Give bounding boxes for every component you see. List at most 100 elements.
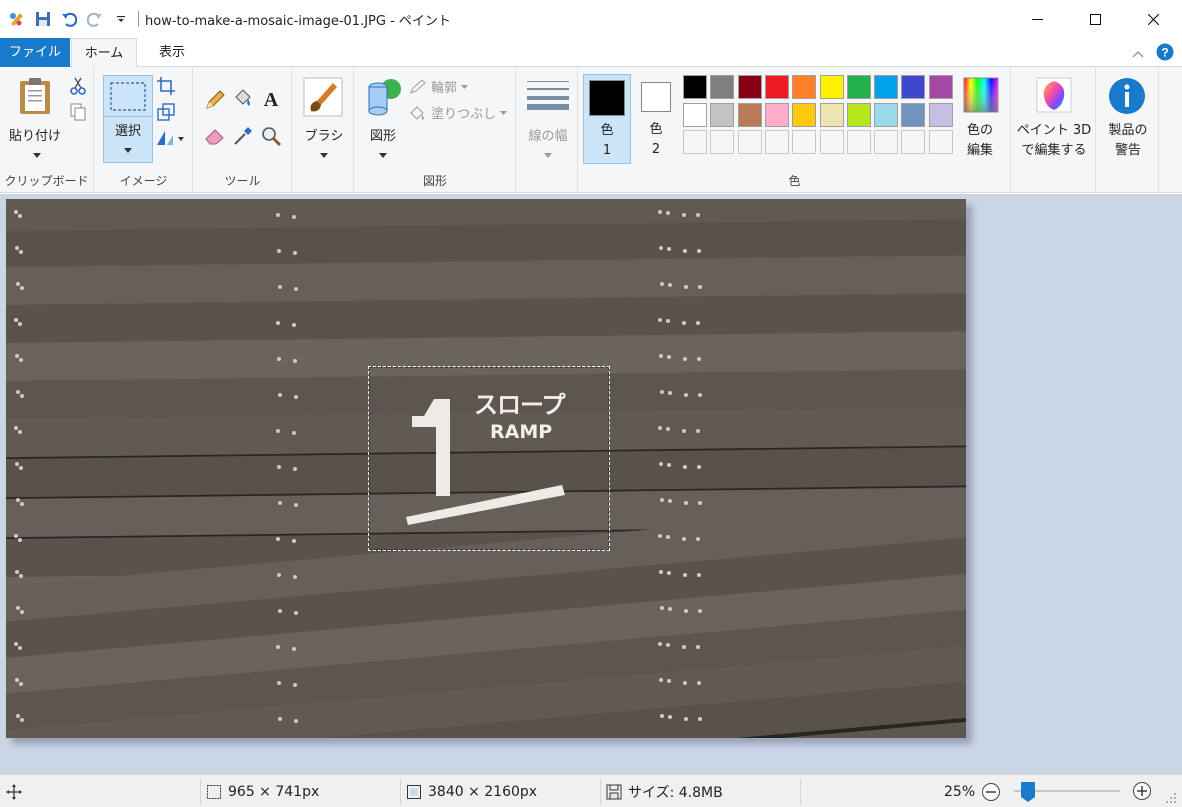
tools-group-label: ツール (224, 174, 261, 188)
palette-swatch[interactable] (737, 75, 762, 99)
ribbon: 貼り付け クリップボード 選択 イメージ A ツール ブラシ 図形 輪郭 塗りつ… (0, 67, 1182, 193)
fill-bucket-icon[interactable] (232, 87, 254, 109)
fill-icon (410, 105, 424, 120)
undo-icon[interactable] (58, 8, 80, 30)
customize-quick-access-icon[interactable] (110, 8, 132, 30)
palette-swatch[interactable] (764, 75, 789, 99)
palette-swatch[interactable] (792, 102, 817, 127)
palette-swatch[interactable] (874, 102, 899, 127)
palette-swatch[interactable] (710, 102, 735, 127)
image-group-label: イメージ (119, 174, 168, 188)
chevron-down-icon (461, 84, 469, 89)
palette-swatch[interactable] (819, 102, 844, 127)
palette-swatch[interactable] (874, 130, 899, 154)
crop-icon[interactable] (157, 77, 175, 95)
palette-swatch[interactable] (819, 130, 844, 154)
color1-swatch (589, 80, 625, 116)
select-button[interactable]: 選択 (103, 75, 153, 163)
image-size-icon (407, 784, 421, 799)
palette-swatch[interactable] (874, 75, 899, 99)
palette-swatch[interactable] (737, 130, 762, 154)
edit-with-paint3d-button[interactable]: ペイント 3D で編集する (1014, 75, 1094, 165)
paint-app-icon[interactable] (6, 8, 28, 30)
cut-icon[interactable] (70, 77, 86, 95)
palette-swatch[interactable] (928, 102, 953, 127)
window-title: how-to-make-a-mosaic-image-01.JPG - ペイント (145, 13, 451, 29)
zoom-slider-thumb[interactable] (1020, 781, 1036, 803)
palette-swatch[interactable] (710, 75, 735, 99)
fill-button[interactable]: 塗りつぶし (409, 103, 508, 122)
title-bar: how-to-make-a-mosaic-image-01.JPG - ペイント (0, 0, 1182, 38)
palette-swatch[interactable] (683, 75, 707, 99)
color-palette (683, 75, 959, 157)
palette-swatch[interactable] (846, 102, 871, 127)
brush-button[interactable]: ブラシ (297, 75, 351, 165)
image-canvas[interactable]: スロープ RAMP (6, 199, 966, 738)
size-label: 線の幅 (528, 129, 568, 144)
eraser-icon[interactable] (204, 125, 226, 147)
palette-swatch[interactable] (901, 75, 926, 99)
palette-swatch[interactable] (792, 130, 817, 154)
resize-grip-icon[interactable] (1164, 791, 1178, 805)
zoom-in-button[interactable] (1132, 781, 1152, 801)
palette-swatch[interactable] (710, 130, 735, 154)
edit-colors-button[interactable]: 色の 編集 (959, 75, 1001, 165)
canvas-area[interactable]: スロープ RAMP (0, 194, 1182, 774)
shapes-group-label: 図形 (422, 174, 447, 188)
palette-swatch[interactable] (683, 130, 707, 154)
tab-home[interactable]: ホーム (71, 38, 137, 68)
maximize-button[interactable] (1066, 0, 1124, 38)
tab-file[interactable]: ファイル (0, 38, 70, 67)
shapes-button[interactable]: 図形 (361, 75, 405, 165)
color1-label-line1: 色 (600, 123, 614, 138)
clipboard-group: 貼り付け クリップボード (0, 67, 94, 193)
palette-swatch[interactable] (846, 130, 871, 154)
palette-swatch[interactable] (928, 75, 953, 99)
outline-button[interactable]: 輪郭 (409, 77, 469, 96)
text-icon[interactable]: A (260, 88, 282, 110)
clipboard-group-label: クリップボード (4, 174, 89, 188)
palette-swatch[interactable] (819, 75, 844, 99)
rotate-icon[interactable] (155, 129, 185, 147)
tab-view[interactable]: 表示 (140, 38, 204, 67)
palette-swatch[interactable] (846, 75, 871, 99)
save-icon[interactable] (32, 8, 54, 30)
collapse-ribbon-icon[interactable] (1132, 47, 1144, 61)
copy-icon[interactable] (70, 103, 86, 121)
palette-swatch[interactable] (901, 130, 926, 154)
zoom-out-button[interactable] (981, 782, 1001, 802)
palette-swatch[interactable] (764, 130, 789, 154)
palette-swatch[interactable] (928, 130, 953, 154)
product-warning-button[interactable]: 製品の 警告 (1099, 75, 1157, 165)
resize-icon[interactable] (157, 103, 175, 121)
chevron-down-icon (500, 110, 508, 115)
chevron-down-icon (320, 153, 328, 158)
size-button[interactable]: 線の幅 (521, 75, 575, 165)
selection-rectangle[interactable] (368, 366, 610, 551)
help-icon[interactable]: ? (1156, 43, 1174, 64)
palette-swatch[interactable] (737, 102, 762, 127)
pencil-icon[interactable] (204, 89, 226, 111)
color1-label-line2: 1 (602, 143, 612, 158)
palette-swatch[interactable] (683, 102, 707, 127)
palette-swatch[interactable] (901, 102, 926, 127)
minimize-button[interactable] (1008, 0, 1066, 38)
color-picker-icon[interactable] (232, 125, 254, 147)
magnifier-icon[interactable] (260, 125, 282, 147)
close-button[interactable] (1124, 0, 1182, 38)
redo-icon[interactable] (84, 8, 106, 30)
colors-group: 色 1 色 2 色の 編集 色 (579, 67, 1011, 193)
palette-swatch[interactable] (792, 75, 817, 99)
color2-button[interactable]: 色 2 (635, 74, 677, 164)
info-icon (1109, 78, 1145, 114)
paste-button[interactable]: 貼り付け (6, 75, 64, 167)
color1-button[interactable]: 色 1 (583, 74, 631, 164)
palette-swatch[interactable] (764, 102, 789, 127)
fill-label: 塗りつぶし (431, 107, 497, 122)
paint3d-icon (1036, 77, 1072, 113)
color-spectrum-icon (963, 77, 999, 113)
shapes-icon (368, 79, 401, 116)
warning-label-line1: 製品の (1108, 123, 1148, 138)
outline-label: 輪郭 (431, 81, 458, 96)
select-label: 選択 (114, 124, 141, 139)
